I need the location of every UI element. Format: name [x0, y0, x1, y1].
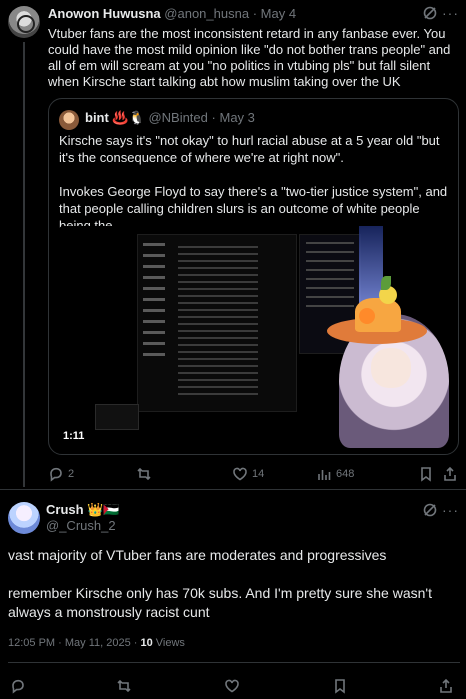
post-actions — [10, 676, 454, 696]
share-button[interactable] — [442, 464, 458, 484]
like-icon — [233, 467, 247, 481]
repost-icon — [117, 679, 131, 693]
views-count: 648 — [336, 468, 355, 480]
bookmark-icon — [421, 467, 431, 482]
separator: · — [252, 6, 258, 21]
more-icon[interactable]: ··· — [442, 502, 460, 518]
post-meta: 12:05 PM · May 11, 2025 · 10 Views — [8, 637, 185, 649]
views-button[interactable]: 648 — [316, 464, 354, 484]
reply-button[interactable]: 2 — [48, 464, 74, 484]
quote-avatar[interactable] — [59, 110, 79, 130]
repost-icon — [137, 467, 151, 481]
quote-author-handle[interactable]: @NBinted — [148, 110, 207, 125]
like-count: 14 — [252, 468, 265, 480]
share-icon — [444, 466, 456, 481]
more-icon[interactable]: ··· — [442, 5, 460, 21]
post-text: Vtuber fans are the most inconsistent re… — [48, 26, 451, 89]
bookmark-icon — [335, 679, 345, 694]
video-mini-panel — [95, 404, 139, 430]
thread-line — [23, 42, 25, 487]
reply-button[interactable] — [10, 676, 26, 696]
views-label: Views — [152, 637, 185, 649]
like-icon — [225, 679, 239, 693]
views-count: 10 — [140, 637, 153, 649]
share-button[interactable] — [438, 676, 454, 696]
author-name[interactable]: Crush — [46, 502, 84, 517]
vtuber-hat-fruit — [359, 308, 375, 324]
post-text: vast majority of VTuber fans are moderat… — [8, 546, 448, 641]
quote-date[interactable]: May 3 — [219, 110, 254, 125]
author-name-emoji: 👑🇵🇸 — [87, 502, 120, 517]
video-player[interactable]: 1:11 — [59, 226, 449, 448]
post-reply-focused[interactable]: Crush 👑🇵🇸 @_Crush_2 ··· vast majority of… — [0, 490, 466, 699]
video-screenshot-ui — [137, 234, 297, 412]
vtuber-hat-leaf — [381, 276, 391, 290]
avatar[interactable] — [8, 502, 40, 534]
separator: · — [211, 110, 216, 125]
author-name[interactable]: Anowon Huwusna — [48, 6, 161, 21]
post-paragraph: vast majority of VTuber fans are moderat… — [8, 547, 387, 563]
vtuber-face — [371, 348, 411, 388]
share-icon — [440, 678, 452, 693]
quote-author-name[interactable]: bint ♨️🐧 — [85, 110, 145, 125]
repost-button[interactable] — [136, 464, 156, 484]
post-header: Anowon Huwusna @anon_husna · May 4 — [48, 6, 296, 22]
reply-icon — [50, 467, 62, 482]
like-button[interactable]: 14 — [232, 464, 264, 484]
divider — [8, 662, 460, 663]
quote-header: bint ♨️🐧 @NBinted · May 3 — [85, 110, 255, 126]
grok-icon[interactable] — [422, 502, 438, 518]
author-handle[interactable]: @anon_husna — [164, 6, 249, 21]
quoted-post[interactable]: bint ♨️🐧 @NBinted · May 3 Kirsche says i… — [48, 98, 459, 455]
post-paragraph: remember Kirsche only has 70k subs. And … — [8, 585, 432, 620]
avatar[interactable] — [8, 6, 40, 38]
post-timestamp[interactable]: 12:05 PM · May 11, 2025 · — [8, 637, 140, 649]
like-button[interactable] — [224, 676, 240, 696]
bookmark-button[interactable] — [332, 676, 348, 696]
repost-button[interactable] — [116, 676, 132, 696]
reply-icon — [12, 679, 24, 694]
post-header: Crush 👑🇵🇸 — [46, 502, 120, 518]
reply-count: 2 — [68, 468, 75, 480]
grok-icon[interactable] — [422, 5, 438, 21]
post-original[interactable]: Anowon Huwusna @anon_husna · May 4 ··· V… — [0, 0, 466, 489]
quote-paragraph: Kirsche says it's "not okay" to hurl rac… — [59, 133, 440, 165]
author-handle[interactable]: @_Crush_2 — [46, 518, 116, 533]
bookmark-button[interactable] — [418, 464, 434, 484]
video-timecode: 1:11 — [63, 430, 85, 442]
post-date[interactable]: May 4 — [261, 6, 296, 21]
views-icon — [318, 470, 331, 480]
post-actions: 2 14 648 — [48, 464, 458, 484]
